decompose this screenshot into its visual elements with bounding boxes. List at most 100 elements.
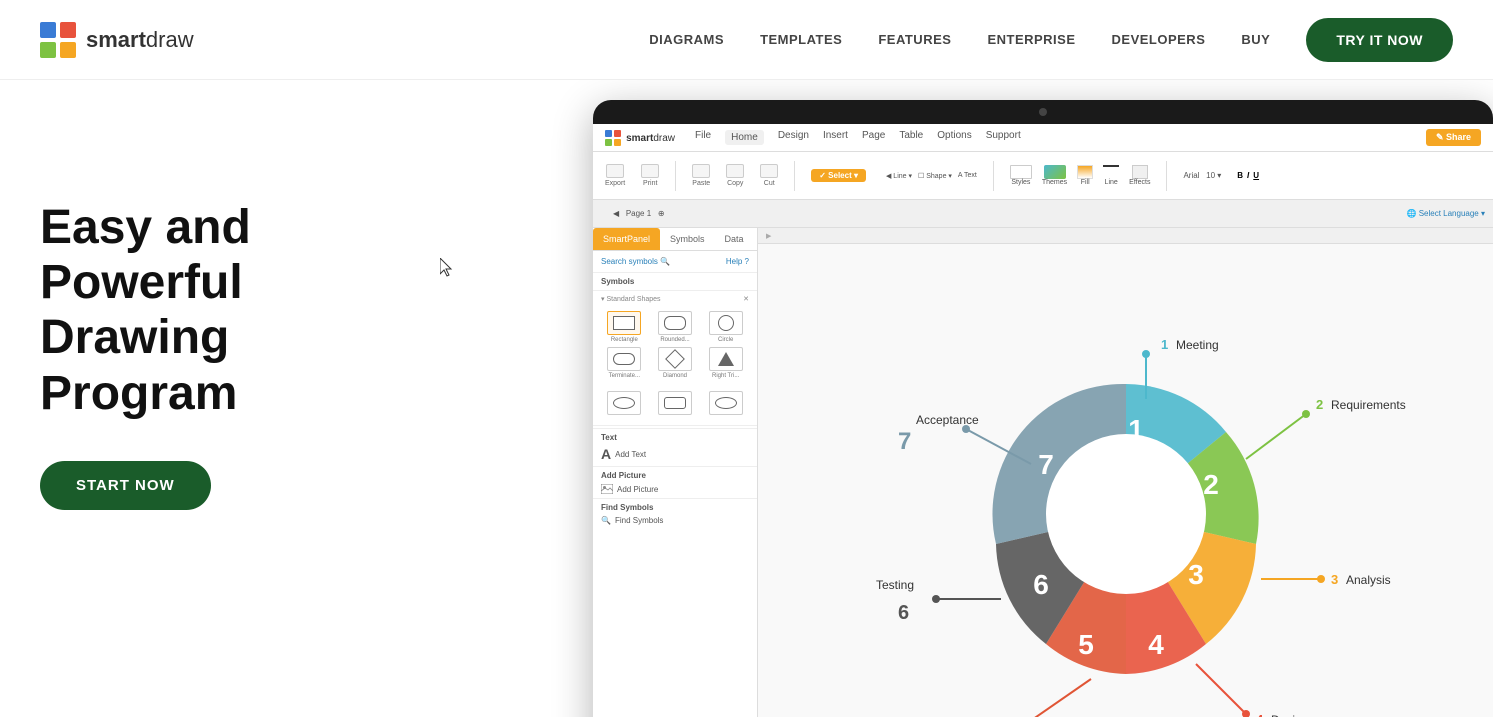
camera-notch [1039,108,1047,116]
symbols-section-title: Symbols [593,273,757,291]
shape-circle[interactable]: Circle [702,311,749,343]
svg-text:2: 2 [1316,397,1323,412]
menu-table[interactable]: Table [899,130,923,145]
app-tabs: ◀ Page 1 ⊕ 🌐 Select Language ▾ [593,200,1493,228]
add-picture-label: Add Picture [617,485,658,494]
start-now-button[interactable]: START NOW [40,461,211,510]
nav-item-features[interactable]: FEATURES [878,32,951,47]
shape-diamond[interactable]: Diamond [652,347,699,379]
svg-text:Analysis: Analysis [1346,573,1391,587]
help-link[interactable]: Help ? [726,257,749,266]
logo[interactable]: smartdraw [40,22,194,58]
find-symbols-section-label: Find Symbols [601,503,749,512]
svg-text:Design: Design [1271,713,1308,717]
shape-rectangle[interactable]: Rectangle [601,311,648,343]
laptop-screen: smartdraw File Home Design Insert Page T… [593,100,1493,717]
svg-text:3: 3 [1188,559,1204,590]
menu-page[interactable]: Page [862,130,885,145]
panel-picture-section: Add Picture Add Picture [593,466,757,498]
find-symbols-row[interactable]: 🔍 Find Symbols [601,516,749,525]
logo-text-draw: draw [146,27,194,52]
main-nav: DIAGRAMS TEMPLATES FEATURES ENTERPRISE D… [649,18,1453,62]
toolbar-copy: Copy [726,164,744,187]
app-toolbar: Export Print Paste Cop [593,152,1493,200]
add-picture-row[interactable]: Add Picture [601,484,749,494]
shape-rounded[interactable]: Rounded... [652,311,699,343]
panel-tabs: SmartPanel Symbols Data ✕ [593,228,757,251]
panel-text-section: Text A Add Text [593,428,757,466]
svg-text:7: 7 [1038,449,1054,480]
app-screenshot: smartdraw File Home Design Insert Page T… [593,100,1493,717]
svg-text:Testing: Testing [876,578,914,592]
try-it-now-button[interactable]: TRY IT NOW [1306,18,1453,62]
menu-insert[interactable]: Insert [823,130,848,145]
svg-text:1: 1 [1128,414,1144,445]
svg-text:6: 6 [898,602,909,624]
shape-triangle[interactable]: Right Tri... [702,347,749,379]
svg-text:Requirements: Requirements [1331,398,1406,412]
panel-tab-smartpanel[interactable]: SmartPanel [593,228,660,250]
menu-home[interactable]: Home [725,130,764,145]
hero-title-line2: Drawing Program [40,311,237,419]
logo-text-smart: smart [86,27,146,52]
find-symbols-label: Find Symbols [615,516,663,525]
toolbar-print: Print [641,164,659,187]
add-text-label: Add Text [615,450,646,459]
panel-find-section: Find Symbols 🔍 Find Symbols [593,498,757,529]
nav-item-templates[interactable]: TEMPLATES [760,32,842,47]
hero-text-block: Easy and Powerful Drawing Program START … [0,80,460,550]
shape-extra-2[interactable] [652,391,699,415]
app-ui: smartdraw File Home Design Insert Page T… [593,124,1493,717]
puzzle-diagram: 1 2 3 4 5 6 7 [816,234,1436,717]
nav-item-buy[interactable]: BUY [1241,32,1270,47]
toolbar-export: Export [605,164,625,187]
standard-shapes-close[interactable]: ✕ [743,295,749,303]
app-menu-items: File Home Design Insert Page Table Optio… [695,130,1021,145]
panel-tab-data[interactable]: Data [715,228,754,250]
toolbar-select-button[interactable]: ✓ Select ▾ [811,169,866,182]
shape-terminator[interactable]: Terminate... [601,347,648,379]
svg-text:6: 6 [1033,569,1049,600]
menu-file[interactable]: File [695,130,711,145]
header: smartdraw DIAGRAMS TEMPLATES FEATURES EN… [0,0,1493,80]
add-text-row[interactable]: A Add Text [601,446,749,462]
svg-text:4: 4 [1256,712,1264,717]
svg-text:4: 4 [1148,629,1164,660]
hero-section: Easy and Powerful Drawing Program START … [0,80,1493,717]
standard-shapes-label: ▾ Standard Shapes ✕ [601,295,749,303]
panel-divider-1 [593,425,757,426]
panel-tab-symbols[interactable]: Symbols [660,228,715,250]
hero-title: Easy and Powerful Drawing Program [40,200,420,421]
svg-text:1: 1 [1161,337,1168,352]
menu-design[interactable]: Design [778,130,809,145]
toolbar-cut: Cut [760,164,778,187]
svg-text:Acceptance: Acceptance [916,413,979,427]
svg-text:2: 2 [1203,469,1219,500]
smartdraw-logo-icon [40,22,76,58]
app-left-panel: SmartPanel Symbols Data ✕ Search symbols… [593,228,758,717]
shape-grid: Rectangle Rounded... [601,307,749,383]
search-symbols-link[interactable]: Search symbols 🔍 [601,257,670,266]
laptop-frame: smartdraw File Home Design Insert Page T… [593,100,1493,717]
diagram-container: 1 2 3 4 5 6 7 [758,248,1493,717]
toolbar-paste: Paste [692,164,710,187]
svg-text:7: 7 [898,428,911,455]
nav-item-enterprise[interactable]: ENTERPRISE [987,32,1075,47]
hero-title-line1: Easy and Powerful [40,201,251,309]
nav-item-developers[interactable]: DEVELOPERS [1112,32,1206,47]
shape-extra-1[interactable] [601,391,648,415]
share-button[interactable]: ✎ Share [1426,129,1481,146]
standard-shapes-section: ▾ Standard Shapes ✕ Rectangle [593,291,757,423]
picture-section-label: Add Picture [601,471,749,480]
menu-support[interactable]: Support [986,130,1021,145]
svg-text:5: 5 [1078,629,1094,660]
app-logo-small: smartdraw [605,130,675,146]
shape-extra-3[interactable] [702,391,749,415]
app-menubar: smartdraw File Home Design Insert Page T… [593,124,1493,152]
menu-options[interactable]: Options [937,130,971,145]
nav-item-diagrams[interactable]: DIAGRAMS [649,32,724,47]
shape-grid-2 [601,387,749,419]
app-canvas[interactable]: ▶ [758,228,1493,717]
svg-text:3: 3 [1331,572,1338,587]
panel-search: Search symbols 🔍 Help ? [593,251,757,273]
